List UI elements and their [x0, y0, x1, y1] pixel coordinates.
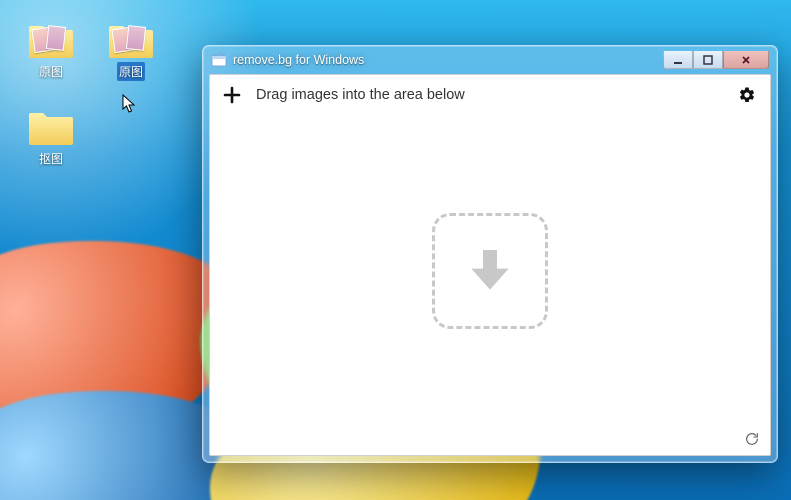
- desktop: 原图 原图 抠图 remove.bg for: [0, 0, 791, 500]
- folder-icon: [27, 107, 75, 147]
- window-controls: [663, 51, 769, 69]
- folder-icon: [107, 20, 155, 60]
- download-arrow-icon: [462, 243, 518, 299]
- thumbnail-icon: [126, 25, 146, 51]
- minimize-button[interactable]: [663, 51, 693, 69]
- desktop-folder-label: 原图: [117, 62, 145, 81]
- drop-area[interactable]: [210, 115, 770, 455]
- desktop-folder[interactable]: 原图: [20, 20, 82, 81]
- add-button[interactable]: [222, 85, 242, 105]
- gear-icon: [738, 86, 756, 104]
- desktop-folder[interactable]: 抠图: [20, 107, 82, 168]
- close-button[interactable]: [723, 51, 769, 69]
- plus-icon: [223, 86, 241, 104]
- maximize-button[interactable]: [693, 51, 723, 69]
- instruction-text: Drag images into the area below: [256, 87, 722, 103]
- app-window: remove.bg for Windows Drag images into t…: [202, 45, 778, 463]
- settings-button[interactable]: [736, 84, 758, 106]
- folder-icon: [27, 20, 75, 60]
- refresh-button[interactable]: [742, 429, 762, 449]
- client-area: Drag images into the area below: [209, 74, 771, 456]
- desktop-folder[interactable]: 原图: [100, 20, 162, 81]
- app-icon: [211, 52, 227, 68]
- drop-target: [432, 213, 548, 329]
- thumbnail-icon: [46, 25, 66, 51]
- desktop-folder-label: 原图: [37, 62, 65, 81]
- desktop-icons: 原图 原图 抠图: [20, 20, 180, 168]
- window-title: remove.bg for Windows: [233, 53, 657, 67]
- toolbar: Drag images into the area below: [210, 75, 770, 115]
- desktop-folder-label: 抠图: [37, 149, 65, 168]
- refresh-icon: [744, 431, 760, 447]
- titlebar[interactable]: remove.bg for Windows: [209, 46, 771, 74]
